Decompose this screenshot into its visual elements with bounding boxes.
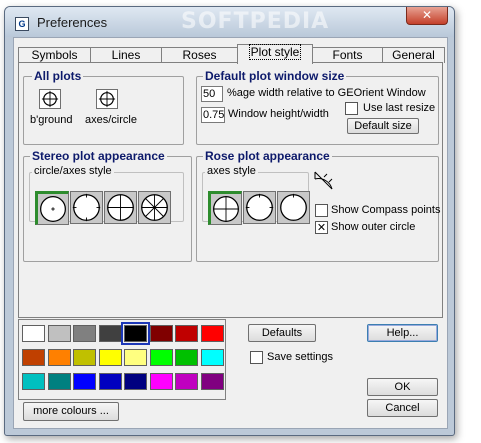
- title-bar[interactable]: G Preferences SOFTPEDIA ✕: [5, 7, 454, 37]
- save-settings-checkbox[interactable]: [250, 351, 263, 364]
- axes-circle-icon[interactable]: [96, 89, 118, 109]
- tab-label: Plot style: [248, 44, 302, 60]
- rose-axes-plain-icon[interactable]: [277, 191, 310, 224]
- colour-palette: [18, 319, 226, 400]
- window-title: Preferences: [37, 15, 108, 30]
- stereo-circle-plain-icon[interactable]: [35, 191, 69, 225]
- colour-swatch[interactable]: [98, 349, 122, 366]
- colour-swatch[interactable]: [22, 373, 45, 390]
- ok-button[interactable]: OK: [367, 378, 438, 396]
- rose-axes-style-label: axes style: [205, 165, 258, 177]
- colour-swatch[interactable]: [47, 325, 71, 342]
- tab-strip: Symbols Lines Roses Plot style Fonts Gen…: [18, 43, 445, 64]
- use-last-resize-label: Use last resize: [363, 102, 436, 114]
- colour-swatch[interactable]: [200, 373, 224, 390]
- stereo-circle-radial-icon[interactable]: [138, 191, 171, 224]
- rose-group: Rose plot appearance axes style Show Com…: [196, 149, 441, 262]
- tab-label: Roses: [182, 48, 217, 62]
- save-settings-label: Save settings: [267, 351, 334, 363]
- colour-swatch[interactable]: [175, 373, 198, 390]
- tab-label: Fonts: [332, 48, 363, 62]
- show-compass-points-label: Show Compass points: [331, 204, 441, 216]
- colour-swatch[interactable]: [98, 373, 122, 390]
- app-icon: G: [15, 17, 29, 31]
- defaults-button[interactable]: Defaults: [248, 324, 316, 342]
- tab-symbols[interactable]: Symbols: [18, 47, 91, 63]
- colour-swatch[interactable]: [98, 325, 122, 342]
- bground-label: b'ground: [30, 114, 73, 126]
- colour-swatch[interactable]: [149, 325, 173, 342]
- watermark: SOFTPEDIA: [181, 9, 330, 34]
- colour-swatch[interactable]: [200, 349, 224, 366]
- colour-swatch[interactable]: [175, 325, 198, 342]
- colour-swatch[interactable]: [22, 349, 45, 366]
- stereo-circle-ticks-icon[interactable]: [70, 191, 103, 224]
- tab-fonts[interactable]: Fonts: [312, 47, 383, 63]
- compass-sector-icon: [314, 171, 333, 190]
- all-plots-group: All plots b'ground axes/circle: [23, 69, 184, 145]
- default-size-title: Default plot window size: [203, 69, 347, 83]
- colour-swatch[interactable]: [175, 349, 198, 366]
- preferences-window: G Preferences SOFTPEDIA ✕ Symbols Lines …: [4, 6, 455, 436]
- tab-label: Symbols: [31, 48, 78, 62]
- stereo-circle-cross-icon[interactable]: [104, 191, 137, 224]
- width-percent-label: %age width relative to GEOrient Window: [227, 87, 426, 99]
- stereo-title: Stereo plot appearance: [30, 149, 167, 163]
- rose-axes-ticks-icon[interactable]: [243, 191, 276, 224]
- dialog-client-area: Symbols Lines Roses Plot style Fonts Gen…: [13, 37, 448, 429]
- tab-plot-style[interactable]: Plot style: [237, 44, 313, 64]
- tab-lines[interactable]: Lines: [90, 47, 162, 63]
- colour-swatch[interactable]: [73, 349, 96, 366]
- colour-swatch[interactable]: [149, 373, 173, 390]
- tab-label: Lines: [111, 48, 141, 62]
- default-size-button[interactable]: Default size: [347, 118, 419, 134]
- colour-swatch[interactable]: [47, 349, 71, 366]
- more-colours-button[interactable]: more colours ...: [23, 402, 119, 421]
- height-ratio-input[interactable]: 0.75: [201, 107, 225, 123]
- default-size-group: Default plot window size 50 %age width r…: [196, 69, 439, 145]
- use-last-resize-checkbox[interactable]: [345, 102, 358, 115]
- plot-style-page: All plots b'ground axes/circle Default p…: [18, 62, 443, 318]
- axes-circle-label: axes/circle: [85, 114, 137, 126]
- show-outer-circle-label: Show outer circle: [331, 221, 416, 233]
- cancel-button[interactable]: Cancel: [367, 399, 438, 417]
- tab-general[interactable]: General: [382, 47, 445, 63]
- circle-axes-style-label: circle/axes style: [32, 165, 114, 177]
- colour-swatch[interactable]: [22, 325, 45, 342]
- colour-swatch[interactable]: [121, 322, 150, 345]
- colour-swatch[interactable]: [200, 325, 224, 342]
- show-compass-points-checkbox[interactable]: [315, 204, 328, 217]
- all-plots-title: All plots: [32, 69, 84, 83]
- close-button[interactable]: ✕: [406, 7, 448, 25]
- bground-icon[interactable]: [39, 89, 61, 109]
- tab-label: General: [392, 48, 435, 62]
- colour-swatch[interactable]: [124, 349, 147, 366]
- colour-swatch[interactable]: [124, 373, 147, 390]
- colour-swatch[interactable]: [149, 349, 173, 366]
- tab-roses[interactable]: Roses: [161, 47, 238, 63]
- colour-swatch[interactable]: [73, 325, 96, 342]
- help-button[interactable]: Help...: [367, 324, 438, 342]
- colour-swatch[interactable]: [73, 373, 96, 390]
- stereo-group: Stereo plot appearance circle/axes style: [23, 149, 192, 262]
- width-percent-input[interactable]: 50: [201, 86, 223, 102]
- colour-swatch[interactable]: [47, 373, 71, 390]
- height-ratio-label: Window height/width: [228, 108, 329, 120]
- show-outer-circle-checkbox[interactable]: ✕: [315, 221, 328, 234]
- rose-title: Rose plot appearance: [203, 149, 332, 163]
- rose-axes-cross-icon[interactable]: [208, 191, 242, 225]
